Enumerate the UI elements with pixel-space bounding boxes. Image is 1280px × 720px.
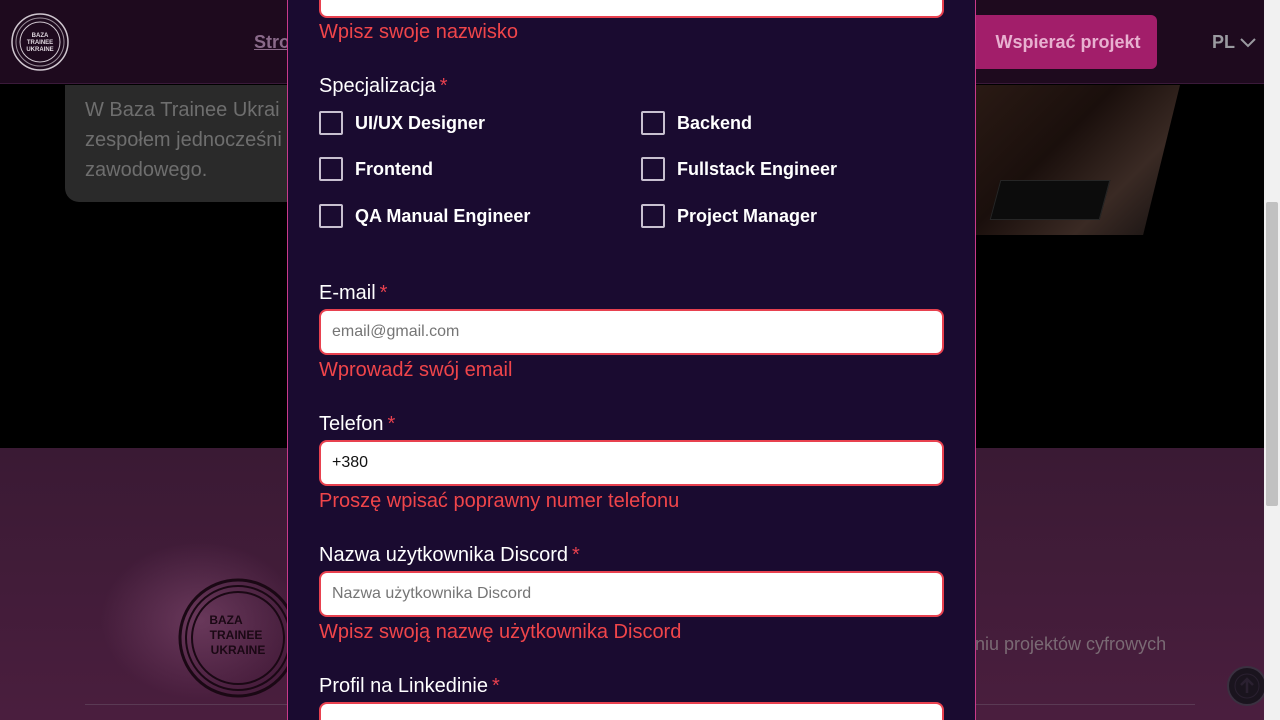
linkedin-label: Profil na Linkedinie * [319, 675, 500, 697]
checkbox-box[interactable] [319, 204, 343, 228]
chevron-down-icon [1240, 37, 1256, 47]
checkbox-backend[interactable]: Backend [641, 111, 752, 135]
checkbox-box[interactable] [641, 111, 665, 135]
svg-text:BAZA: BAZA [209, 613, 243, 627]
phone-input[interactable] [319, 440, 944, 486]
checkbox-label: Project Manager [677, 205, 818, 226]
language-label: PL [1212, 32, 1236, 52]
footer-description: niu projektów cyfrowych [975, 634, 1167, 654]
specialization-label: Specjalizacja * [319, 75, 448, 97]
hero-text-line: W Baza Trainee Ukrai [85, 99, 280, 121]
checkbox-fullstack[interactable]: Fullstack Engineer [641, 157, 837, 181]
checkbox-box[interactable] [641, 157, 665, 181]
surname-input[interactable] [319, 0, 944, 18]
surname-error: Wpisz swoje nazwisko [319, 21, 518, 43]
checkbox-label: UI/UX Designer [355, 112, 486, 133]
keyboard-graphic [989, 180, 1111, 220]
discord-label: Nazwa użytkownika Discord * [319, 544, 580, 566]
phone-label: Telefon * [319, 413, 396, 435]
footer-logo-icon: BAZA TRAINEE UKRAINE [178, 578, 298, 698]
linkedin-input[interactable] [319, 702, 944, 720]
svg-text:BAZA: BAZA [32, 33, 49, 39]
svg-text:TRAINEE: TRAINEE [210, 628, 263, 642]
svg-text:UKRAINE: UKRAINE [211, 643, 266, 657]
checkbox-frontend[interactable]: Frontend [319, 157, 433, 181]
language-selector[interactable]: PL [1212, 32, 1257, 53]
email-label: E-mail * [319, 282, 388, 304]
checkbox-box[interactable] [319, 111, 343, 135]
checkbox-qa[interactable]: QA Manual Engineer [319, 204, 530, 228]
scrollbar-thumb[interactable] [1266, 202, 1278, 506]
checkbox-box[interactable] [319, 157, 343, 181]
hero-text-line: zawodowego. [85, 159, 208, 181]
svg-text:TRAINEE: TRAINEE [27, 40, 53, 46]
checkbox-label: Backend [677, 112, 753, 133]
arrow-up-icon [1234, 673, 1260, 699]
scroll-to-top-button[interactable] [1227, 666, 1267, 706]
email-error: Wprowadź swój email [319, 359, 513, 381]
logo-icon[interactable]: BAZA TRAINEE UKRAINE [10, 12, 70, 72]
email-input[interactable] [319, 309, 944, 355]
discord-input[interactable] [319, 571, 944, 617]
checkbox-box[interactable] [641, 204, 665, 228]
checkbox-label: Frontend [355, 158, 433, 179]
checkbox-uiux[interactable]: UI/UX Designer [319, 111, 485, 135]
hero-text-card: W Baza Trainee Ukrai zespołem jednocześn… [65, 85, 305, 202]
discord-error: Wpisz swoją nazwę użytkownika Discord [319, 621, 682, 643]
nav-link-home[interactable]: Stro [254, 32, 290, 53]
svg-text:UKRAINE: UKRAINE [26, 47, 53, 53]
hero-text-line: zespołem jednocześni [85, 129, 282, 151]
checkbox-label: QA Manual Engineer [355, 205, 531, 226]
checkbox-pm[interactable]: Project Manager [641, 204, 817, 228]
phone-error: Proszę wpisać poprawny numer telefonu [319, 490, 680, 512]
support-project-button[interactable]: Wspierać projekt [963, 15, 1157, 69]
checkbox-label: Fullstack Engineer [677, 158, 838, 179]
